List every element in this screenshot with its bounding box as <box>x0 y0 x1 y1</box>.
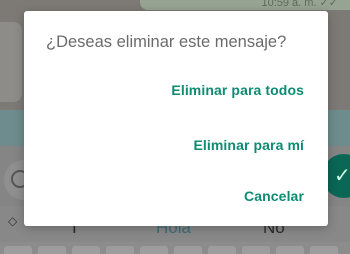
delete-for-everyone-button[interactable]: Eliminar para todos <box>171 82 304 98</box>
dialog-message: ¿Deseas eliminar este mensaje? <box>46 33 287 51</box>
delete-message-dialog: ¿Deseas eliminar este mensaje? Eliminar … <box>24 11 328 226</box>
keyboard-key <box>38 246 66 254</box>
message-timestamp: 10:59 a. m. ✓✓ <box>261 0 338 9</box>
received-message-bubble <box>0 22 22 102</box>
keyboard-key <box>310 246 338 254</box>
expand-chevron-icon: ◇ <box>8 214 18 228</box>
keyboard-key <box>208 246 236 254</box>
keyboard-key <box>4 246 32 254</box>
keyboard-key <box>72 246 100 254</box>
keyboard-key <box>140 246 168 254</box>
keyboard-key <box>276 246 304 254</box>
delete-for-me-button[interactable]: Eliminar para mí <box>193 137 304 153</box>
keyboard-key <box>106 246 134 254</box>
cancel-button[interactable]: Cancelar <box>244 188 304 204</box>
keyboard-key <box>242 246 270 254</box>
keyboard-key <box>174 246 202 254</box>
